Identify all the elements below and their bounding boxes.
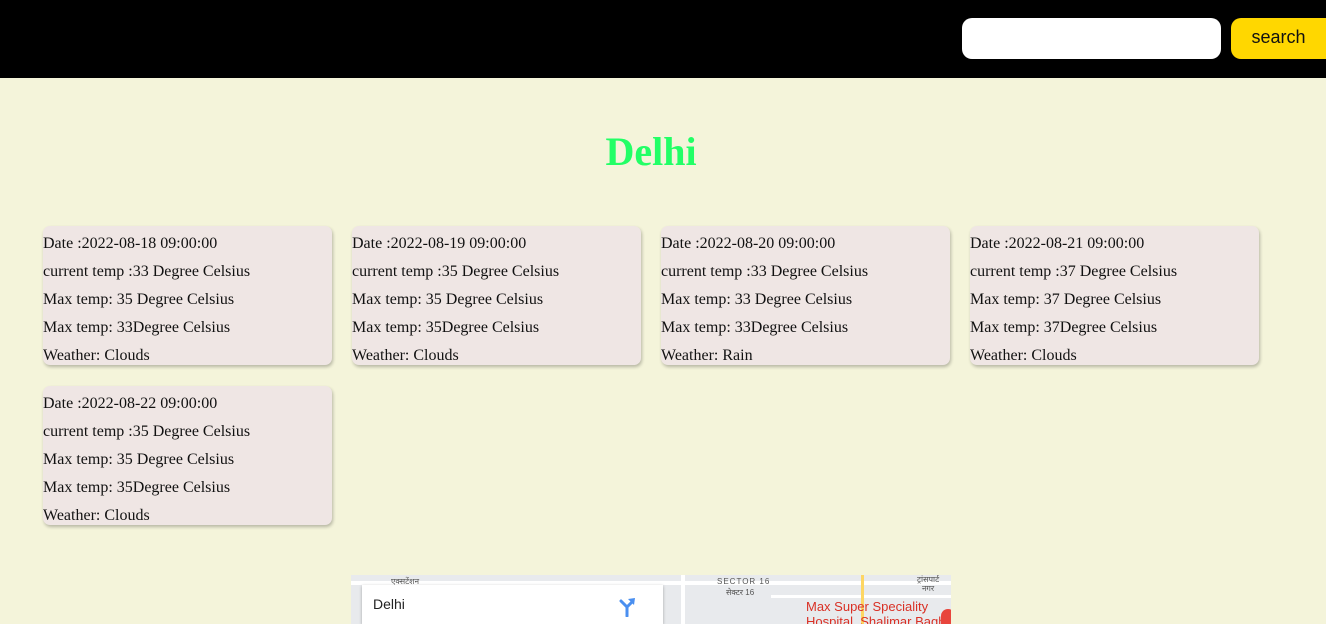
forecast-weather: Weather: Clouds <box>43 347 150 364</box>
forecast-second-temp: Max temp: 35Degree Celsius <box>43 479 231 496</box>
top-bar: search <box>0 0 1326 78</box>
forecast-current-temp: current temp :33 Degree Celsius <box>661 263 869 280</box>
forecast-second-temp: Max temp: 33Degree Celsius <box>661 319 849 336</box>
forecast-card: Date :2022-08-18 09:00:00 current temp :… <box>43 226 332 365</box>
search-input[interactable] <box>962 18 1221 59</box>
forecast-current-temp: current temp :35 Degree Celsius <box>43 423 251 440</box>
forecast-date: Date :2022-08-21 09:00:00 <box>970 235 1145 252</box>
map-poi-label[interactable]: Max Super Speciality Hospital, Shalimar … <box>806 599 945 624</box>
map-road <box>681 575 685 624</box>
forecast-card: Date :2022-08-20 09:00:00 current temp :… <box>661 226 950 365</box>
map-label: ट्रांसपार्ट नगर <box>917 575 940 593</box>
forecast-max-temp: Max temp: 35 Degree Celsius <box>352 291 544 308</box>
city-title: Delhi <box>605 129 697 174</box>
map-place-title: Delhi <box>373 596 405 612</box>
forecast-date: Date :2022-08-18 09:00:00 <box>43 235 218 252</box>
forecast-card: Date :2022-08-21 09:00:00 current temp :… <box>970 226 1259 365</box>
forecast-current-temp: current temp :35 Degree Celsius <box>352 263 560 280</box>
map-place-card: Delhi <box>362 585 663 624</box>
search-button[interactable]: search <box>1231 18 1326 59</box>
forecast-second-temp: Max temp: 33Degree Celsius <box>43 319 231 336</box>
directions-icon[interactable] <box>616 595 638 618</box>
forecast-weather: Weather: Clouds <box>352 347 459 364</box>
forecast-date: Date :2022-08-19 09:00:00 <box>352 235 527 252</box>
forecast-card: Date :2022-08-22 09:00:00 current temp :… <box>43 386 332 525</box>
forecast-current-temp: current temp :37 Degree Celsius <box>970 263 1178 280</box>
forecast-max-temp: Max temp: 37 Degree Celsius <box>970 291 1162 308</box>
map-label: सेक्टर 16 <box>726 588 755 597</box>
forecast-second-temp: Max temp: 35Degree Celsius <box>352 319 540 336</box>
forecast-weather: Weather: Rain <box>661 347 753 364</box>
forecast-weather: Weather: Clouds <box>970 347 1077 364</box>
forecast-card: Date :2022-08-19 09:00:00 current temp :… <box>352 226 641 365</box>
forecast-current-temp: current temp :33 Degree Celsius <box>43 263 251 280</box>
forecast-date: Date :2022-08-22 09:00:00 <box>43 395 218 412</box>
map-embed[interactable]: एक्सटेंशन SECTOR 16 सेक्टर 16 ट्रांसपार्… <box>351 575 951 624</box>
forecast-date: Date :2022-08-20 09:00:00 <box>661 235 836 252</box>
forecast-max-temp: Max temp: 35 Degree Celsius <box>43 451 235 468</box>
forecast-second-temp: Max temp: 37Degree Celsius <box>970 319 1158 336</box>
forecast-weather: Weather: Clouds <box>43 507 150 524</box>
forecast-max-temp: Max temp: 35 Degree Celsius <box>43 291 235 308</box>
forecast-max-temp: Max temp: 33 Degree Celsius <box>661 291 853 308</box>
hospital-marker-icon[interactable] <box>941 609 951 624</box>
map-label: SECTOR 16 <box>717 577 771 586</box>
